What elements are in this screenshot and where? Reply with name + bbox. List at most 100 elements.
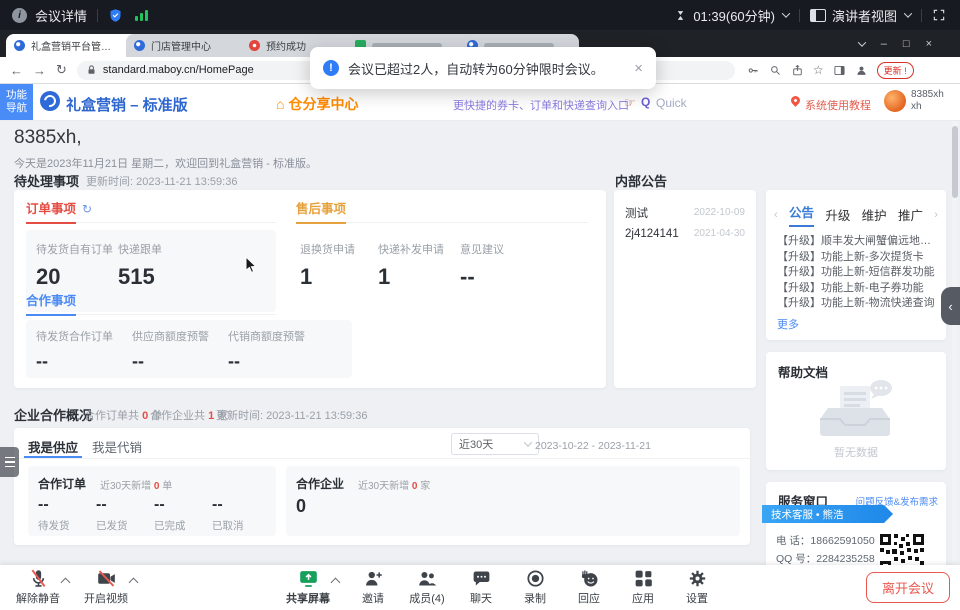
- tab-title: 门店管理中心: [151, 38, 211, 53]
- app-brand-title: 礼盒营销 – 标准版: [66, 94, 188, 115]
- announcement-item[interactable]: 【升级】功能上新-电子券功能: [777, 281, 938, 297]
- start-video-button[interactable]: 开启视频: [77, 568, 135, 606]
- chevron-left-icon[interactable]: ‹: [774, 209, 778, 221]
- chat-button[interactable]: 聊天: [452, 568, 510, 606]
- stat-coop-shipped: -- 已发货: [96, 496, 128, 533]
- fullscreen-icon[interactable]: [932, 8, 946, 22]
- site-favicon: [134, 40, 145, 51]
- collapse-panel-handle[interactable]: ‹: [941, 287, 960, 325]
- notice-card: 测试 2022-10-09 2j4124141 2021-04-30: [614, 190, 756, 388]
- view-mode-label[interactable]: 演讲者视图: [832, 6, 897, 25]
- stat-suggestions: 意见建议 --: [460, 241, 504, 290]
- unmute-label: 解除静音: [16, 590, 60, 606]
- announcement-item[interactable]: 【升级】功能上新-物流快递查询: [777, 296, 938, 312]
- user-name-block[interactable]: 8385xh xh: [911, 89, 944, 113]
- tab-upgrade[interactable]: 升级: [825, 205, 850, 224]
- refresh-icon[interactable]: ↻: [82, 202, 92, 216]
- phone-number: 18662591050: [810, 535, 874, 547]
- meeting-info-icon[interactable]: i: [12, 8, 27, 23]
- browser-tab-active[interactable]: 礼盒营销平台管理中心 ×: [6, 34, 140, 57]
- apps-grid-icon: [633, 568, 654, 589]
- service-qq-row: QQ 号：2284235258: [776, 551, 875, 566]
- notice-label: 2j4124141: [625, 228, 679, 240]
- coop-section-title: 企业合作概况: [14, 405, 92, 424]
- warehouse-share-center-link[interactable]: ⌂ 仓分享中心: [276, 94, 358, 114]
- forward-icon[interactable]: →: [33, 63, 46, 78]
- announcement-item[interactable]: 【升级】功能上新-短信群发功能: [777, 265, 938, 281]
- zoom-icon[interactable]: [769, 64, 782, 77]
- tab-coop-items[interactable]: 合作事项: [26, 290, 76, 316]
- members-icon: [417, 568, 438, 589]
- window-close-icon[interactable]: ×: [926, 38, 932, 50]
- chevron-right-icon[interactable]: ›: [934, 209, 938, 221]
- tab-aftersale-items[interactable]: 售后事项: [296, 198, 346, 224]
- meeting-timer[interactable]: 01:39(60分钟): [693, 6, 775, 25]
- shield-check-icon[interactable]: [108, 8, 123, 23]
- notice-row[interactable]: 测试 2022-10-09: [614, 202, 756, 223]
- url-text: standard.maboy.cn/HomePage: [103, 64, 254, 76]
- key-icon[interactable]: [747, 64, 760, 77]
- inc-prefix: 近30天新增: [100, 481, 151, 492]
- tab-i-am-supplier[interactable]: 我是供应: [28, 437, 78, 456]
- share-screen-button[interactable]: 共享屏幕: [279, 568, 337, 606]
- invite-button[interactable]: 邀请: [344, 568, 402, 606]
- announcement-item[interactable]: 【升级】顺丰发大闸蟹偏远地区不成功问...: [777, 234, 938, 250]
- inc-prefix: 近30天新增: [358, 481, 409, 492]
- reactions-button[interactable]: 回应: [560, 568, 618, 606]
- bookmark-star-icon[interactable]: ☆: [813, 63, 824, 77]
- share-center-label: 仓分享中心: [288, 94, 358, 114]
- tab-maintenance[interactable]: 维护: [862, 205, 887, 224]
- tab-promotion[interactable]: 推广: [898, 205, 923, 224]
- coop-firms-increase: 近30天新增 0 家: [358, 477, 430, 492]
- user-avatar[interactable]: [884, 90, 906, 112]
- announcement-more-link[interactable]: 更多: [777, 316, 799, 332]
- settings-button[interactable]: 设置: [668, 568, 726, 606]
- coop-firms-panel: 合作企业 近30天新增 0 家 0: [286, 466, 740, 536]
- profile-icon[interactable]: [855, 64, 868, 77]
- coop-firms-count: 1: [208, 410, 214, 422]
- todo-updated-time: 更新时间: 2023-11-21 13:59:36: [86, 173, 237, 189]
- window-maximize-icon[interactable]: □: [903, 38, 910, 50]
- meeting-details-label[interactable]: 会议详情: [35, 6, 87, 25]
- apps-button[interactable]: 应用: [614, 568, 672, 606]
- system-tutorial-link[interactable]: 系统使用教程: [805, 97, 871, 113]
- announcement-item[interactable]: 【升级】功能上新-多次提货卡: [777, 250, 938, 266]
- function-nav-toggle[interactable]: 功能 导航: [0, 84, 33, 120]
- page-scrollbar-thumb[interactable]: [952, 126, 958, 198]
- record-button[interactable]: 录制: [506, 568, 564, 606]
- reactions-label: 回应: [578, 590, 600, 606]
- leave-meeting-button[interactable]: 离开会议: [866, 572, 950, 603]
- unmute-button[interactable]: 解除静音: [9, 568, 67, 606]
- quick-label[interactable]: Quick: [656, 96, 687, 110]
- notice-row[interactable]: 2j4124141 2021-04-30: [614, 223, 756, 244]
- side-panel-icon[interactable]: [833, 64, 846, 77]
- back-icon[interactable]: ←: [10, 63, 23, 78]
- reload-icon[interactable]: ↻: [56, 62, 67, 78]
- window-minimize-icon[interactable]: –: [881, 38, 887, 50]
- coop-orders-count: 0: [142, 410, 148, 422]
- share-icon[interactable]: [791, 64, 804, 77]
- network-signal-icon[interactable]: [135, 9, 148, 21]
- notice-date: 2022-10-09: [694, 207, 745, 218]
- nav-toggle-line2: 导航: [0, 102, 33, 115]
- window-menu-caret-icon[interactable]: [858, 38, 866, 46]
- tab-i-am-reseller[interactable]: 我是代销: [92, 437, 142, 456]
- tab-announce[interactable]: 公告: [789, 202, 814, 227]
- todo-section-title: 待处理事项: [14, 171, 79, 190]
- timer-caret-icon[interactable]: [782, 9, 790, 17]
- tab-order-items[interactable]: 订单事项: [26, 198, 76, 224]
- share-screen-label: 共享屏幕: [286, 590, 330, 606]
- date-range-select[interactable]: 近30天: [451, 433, 539, 455]
- chrome-update-button[interactable]: 更新 !: [877, 62, 914, 79]
- house-icon: ⌂: [276, 96, 284, 112]
- members-button[interactable]: 成员(4): [398, 568, 456, 606]
- divider: [921, 9, 922, 22]
- aftersale-tab-head: 售后事项: [296, 198, 588, 223]
- toast-close-icon[interactable]: ×: [634, 60, 643, 77]
- floating-menu-widget[interactable]: [0, 447, 19, 477]
- quick-search-icon[interactable]: Q: [641, 95, 650, 109]
- notice-label: 测试: [625, 205, 648, 221]
- view-caret-icon[interactable]: [904, 9, 912, 17]
- browser-tab[interactable]: 门店管理中心 ×: [126, 34, 255, 57]
- inc-count: 0: [154, 481, 160, 492]
